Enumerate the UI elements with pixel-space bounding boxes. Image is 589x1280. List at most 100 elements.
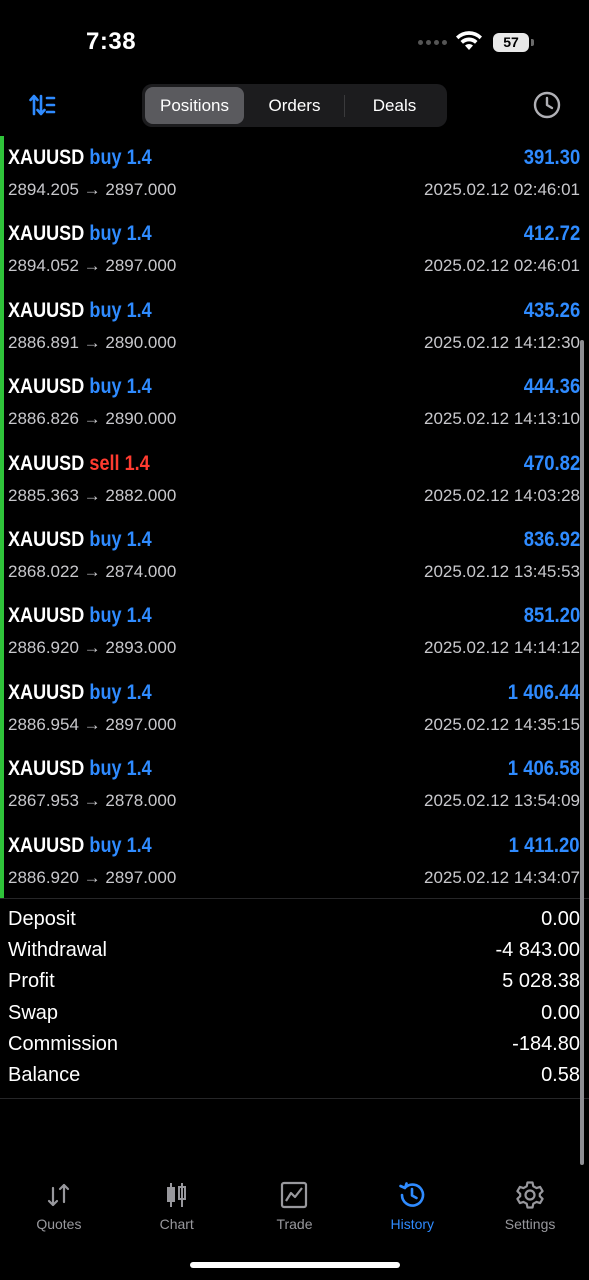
clock-icon[interactable] bbox=[532, 90, 562, 120]
position-volume: 1.4 bbox=[126, 833, 152, 857]
position-profit: 470.82 bbox=[523, 451, 580, 475]
position-row[interactable]: XAUUSD buy 1.4 1 406.58 2867.953 → 2878.000… bbox=[0, 747, 589, 823]
tab-quotes[interactable]: Quotes bbox=[0, 1170, 118, 1240]
close-price: 2874.000 bbox=[105, 561, 177, 581]
close-price: 2890.000 bbox=[105, 409, 177, 429]
open-price: 2894.205 bbox=[8, 180, 79, 199]
position-time: 2025.02.12 14:35:15 bbox=[424, 714, 580, 734]
battery-tip bbox=[531, 39, 534, 46]
position-symbol: XAUUSD bbox=[8, 146, 85, 169]
position-row[interactable]: XAUUSD buy 1.4 435.26 2886.891 → 2890.000 20… bbox=[0, 289, 589, 365]
header: Positions Orders Deals bbox=[0, 84, 589, 128]
summary-label: Commission bbox=[8, 1032, 119, 1055]
position-row[interactable]: XAUUSD buy 1.4 1 411.20 2886.920 → 2897.000… bbox=[0, 824, 589, 900]
position-symbol-line: XAUUSD buy 1.4 bbox=[8, 604, 152, 628]
position-profit: 1 406.58 bbox=[508, 757, 580, 781]
tab-history-label: History bbox=[390, 1216, 435, 1232]
position-volume: 1.4 bbox=[126, 146, 152, 169]
tab-positions[interactable]: Positions bbox=[145, 87, 244, 124]
divider bbox=[0, 1098, 589, 1099]
summary-value: 0.00 bbox=[541, 1001, 580, 1024]
position-prices: 2894.205 → 2897.000 bbox=[8, 180, 176, 200]
status-time: 7:38 bbox=[86, 28, 137, 55]
position-profit: 1 411.20 bbox=[509, 833, 580, 857]
position-symbol-line: XAUUSD buy 1.4 bbox=[8, 834, 152, 858]
tab-settings[interactable]: Settings bbox=[471, 1170, 589, 1240]
close-price: 2890.000 bbox=[105, 332, 177, 352]
position-volume: 1.4 bbox=[124, 451, 150, 475]
summary-value: 0.00 bbox=[541, 908, 580, 930]
history-icon bbox=[399, 1182, 425, 1207]
position-row[interactable]: XAUUSD buy 1.4 444.36 2886.826 → 2890.000 20… bbox=[0, 365, 589, 441]
tab-history[interactable]: History bbox=[353, 1170, 471, 1240]
open-price: 2886.826 bbox=[8, 409, 79, 429]
position-volume: 1.4 bbox=[126, 375, 152, 399]
position-prices: 2886.920 → 2897.000 bbox=[8, 868, 176, 888]
position-symbol-line: XAUUSD buy 1.4 bbox=[8, 681, 152, 705]
settings-icon bbox=[516, 1181, 544, 1209]
position-prices: 2885.363 → 2882.000 bbox=[8, 486, 176, 506]
position-volume: 1.4 bbox=[126, 604, 152, 628]
position-volume: 1.4 bbox=[126, 298, 152, 322]
position-row[interactable]: XAUUSD buy 1.4 836.92 2868.022 → 2874.000 20… bbox=[0, 518, 589, 594]
home-indicator bbox=[190, 1262, 400, 1268]
position-symbol: XAUUSD bbox=[8, 527, 85, 551]
position-time: 2025.02.12 14:03:28 bbox=[424, 485, 580, 505]
cellular-signal-icon bbox=[418, 40, 447, 45]
position-side: buy bbox=[89, 757, 122, 781]
close-price: 2897.000 bbox=[105, 256, 177, 276]
summary-row: Balance 0.58 bbox=[0, 1061, 589, 1092]
position-time: 2025.02.12 13:45:53 bbox=[424, 561, 580, 581]
position-profit: 435.26 bbox=[523, 298, 580, 322]
position-profit: 444.36 bbox=[523, 375, 580, 399]
position-row[interactable]: XAUUSD buy 1.4 1 406.44 2886.954 → 2897.000… bbox=[0, 671, 589, 747]
position-profit: 836.92 bbox=[523, 527, 580, 551]
trade-icon bbox=[281, 1181, 308, 1209]
position-row[interactable]: XAUUSD buy 1.4 851.20 2886.920 → 2893.000 20… bbox=[0, 594, 589, 670]
position-symbol-line: XAUUSD sell 1.4 bbox=[8, 452, 150, 476]
scrollbar[interactable] bbox=[580, 340, 584, 1165]
tab-orders[interactable]: Orders bbox=[245, 87, 344, 124]
position-row[interactable]: XAUUSD sell 1.4 470.82 2885.363 → 2882.000 2… bbox=[0, 442, 589, 518]
wifi-icon bbox=[456, 31, 482, 50]
summary-value: -4 843.00 bbox=[495, 939, 580, 962]
open-price: 2885.363 bbox=[8, 485, 79, 505]
open-price: 2886.954 bbox=[8, 714, 79, 734]
position-time: 2025.02.12 14:34:07 bbox=[424, 867, 580, 887]
position-row[interactable]: XAUUSD buy 1.4 391.30 2894.205 → 2897.000 20… bbox=[0, 136, 589, 212]
close-price: 2897.000 bbox=[105, 714, 177, 734]
position-prices: 2886.954 → 2897.000 bbox=[8, 715, 176, 735]
arrow-icon: → bbox=[83, 180, 101, 199]
position-profit: 412.72 bbox=[523, 222, 580, 246]
position-side-volume: buy 1.4 bbox=[89, 146, 151, 169]
position-prices: 2894.052 → 2897.000 bbox=[8, 256, 176, 276]
summary-label: Deposit bbox=[8, 908, 76, 930]
arrow-icon: → bbox=[83, 409, 101, 429]
position-side-volume: buy 1.4 bbox=[89, 681, 151, 704]
position-side-volume: buy 1.4 bbox=[89, 604, 151, 627]
position-side: buy bbox=[89, 298, 122, 322]
position-prices: 2886.891 → 2890.000 bbox=[8, 333, 176, 353]
tab-deals[interactable]: Deals bbox=[345, 87, 444, 124]
bottom-tab-bar: Quotes Chart Trade History Settings bbox=[0, 1170, 589, 1240]
summary-section: Deposit 0.00 Withdrawal -4 843.00 Profit 5 02… bbox=[0, 905, 589, 1092]
positions-list: XAUUSD buy 1.4 391.30 2894.205 → 2897.000 20… bbox=[0, 136, 589, 900]
arrow-icon: → bbox=[83, 791, 101, 811]
tab-chart-label: Chart bbox=[159, 1216, 194, 1232]
tab-chart[interactable]: Chart bbox=[118, 1170, 236, 1240]
open-price: 2867.953 bbox=[8, 791, 79, 811]
open-price: 2886.920 bbox=[8, 638, 79, 658]
position-row[interactable]: XAUUSD buy 1.4 412.72 2894.052 → 2897.000 20… bbox=[0, 212, 589, 288]
position-side-volume: buy 1.4 bbox=[89, 375, 151, 398]
tab-trade[interactable]: Trade bbox=[236, 1170, 354, 1240]
tab-settings-label: Settings bbox=[504, 1216, 556, 1232]
close-price: 2893.000 bbox=[105, 638, 177, 658]
sort-icon[interactable] bbox=[28, 92, 56, 118]
position-symbol: XAUUSD bbox=[8, 833, 85, 857]
position-profit: 1 406.44 bbox=[508, 680, 580, 704]
position-side: buy bbox=[89, 146, 122, 169]
position-symbol-line: XAUUSD buy 1.4 bbox=[8, 146, 152, 170]
position-side: buy bbox=[89, 222, 122, 246]
open-price: 2886.920 bbox=[8, 867, 79, 887]
position-profit: 391.30 bbox=[523, 146, 580, 169]
